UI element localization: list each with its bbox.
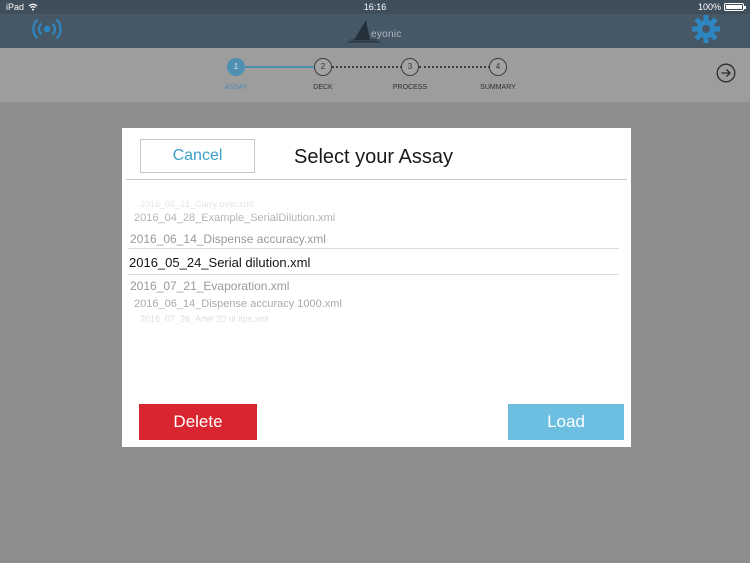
app-header: eyonic [0, 14, 750, 48]
battery-icon [724, 3, 746, 11]
step-progress-bar: 1 2 3 4 ASSAY DECK PROCESS SUMMARY [0, 48, 750, 102]
broadcast-button[interactable] [24, 14, 70, 46]
battery-fill [726, 5, 742, 9]
status-bar: iPad 16:16 100% [0, 0, 750, 14]
select-assay-dialog: Cancel Select your Assay 2016_06_21_Carr… [122, 128, 631, 447]
status-time: 16:16 [363, 2, 387, 12]
picker-item[interactable]: 2016_06_21_Carry over.xml [140, 199, 253, 209]
battery-percentage: 100% [697, 2, 721, 12]
picker-item[interactable]: 2016_07_26_Artel 20 ul tips.xml [140, 314, 269, 324]
picker-item[interactable]: 2016_07_21_Evaporation.xml [130, 279, 289, 293]
divider [126, 179, 627, 180]
settings-button[interactable] [688, 14, 724, 46]
arrow-right-circle-icon [716, 63, 736, 83]
picker-item[interactable]: 2016_04_28_Example_SerialDilution.xml [134, 212, 335, 224]
step-label-summary: SUMMARY [480, 84, 516, 91]
cancel-button[interactable]: Cancel [140, 139, 255, 173]
logo-text: eyonic [371, 29, 402, 40]
status-right: 100% [697, 2, 746, 12]
step-summary[interactable]: 4 [489, 58, 507, 76]
step-deck[interactable]: 2 [314, 58, 332, 76]
dialog-title: Select your Assay [294, 146, 453, 168]
selection-divider [128, 274, 619, 275]
selection-divider [128, 248, 619, 249]
step-connector [419, 66, 490, 68]
load-button[interactable]: Load [508, 404, 624, 440]
delete-button[interactable]: Delete [139, 404, 257, 440]
next-step-button[interactable] [716, 63, 736, 83]
step-label-deck: DECK [313, 84, 333, 91]
picker-item[interactable]: 2016_06_14_Dispense accuracy.xml [130, 232, 326, 246]
step-process[interactable]: 3 [401, 58, 419, 76]
gear-icon [692, 15, 720, 43]
step-label-assay: ASSAY [224, 84, 248, 91]
step-assay[interactable]: 1 [227, 58, 245, 76]
picker-item[interactable]: 2016_06_14_Dispense accuracy 1000.xml [134, 298, 342, 310]
picker-item-selected[interactable]: 2016_05_24_Serial dilution.xml [129, 255, 310, 270]
broadcast-icon [32, 18, 62, 40]
assay-file-picker[interactable]: 2016_06_21_Carry over.xml 2016_04_28_Exa… [122, 192, 631, 332]
step-connector [245, 66, 314, 68]
step-connector [332, 66, 402, 68]
step-label-process: PROCESS [392, 84, 428, 91]
